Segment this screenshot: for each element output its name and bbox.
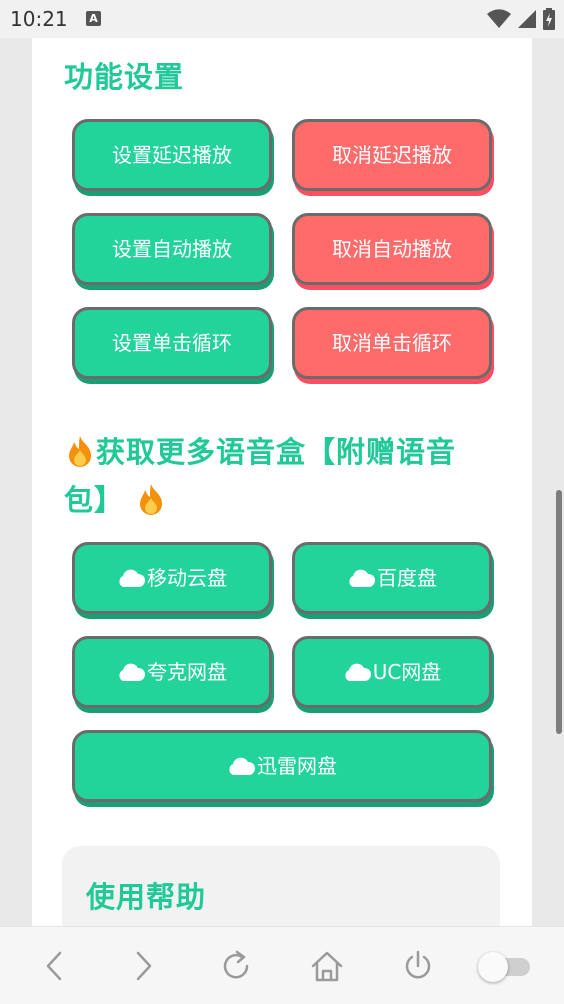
more-voice-title-line1: 获取更多语音盒【附赠语音 — [64, 428, 504, 476]
function-settings-title: 功能设置 — [64, 60, 185, 94]
power-icon[interactable] — [402, 949, 434, 983]
cloud-icon — [119, 663, 145, 681]
back-icon[interactable] — [40, 949, 68, 983]
forward-icon[interactable] — [130, 949, 158, 983]
uc-pan-label: UC网盘 — [372, 660, 442, 684]
cancel-click-loop-label: 取消单击循环 — [332, 331, 452, 355]
more-voice-title-text1: 获取更多语音盒【附赠语音 — [96, 435, 457, 469]
wifi-icon — [486, 9, 511, 28]
set-click-loop-button[interactable]: 设置单击循环 — [72, 307, 272, 379]
status-icons — [486, 8, 556, 30]
home-icon[interactable] — [310, 949, 344, 983]
set-click-loop-label: 设置单击循环 — [112, 331, 232, 355]
more-voice-title: 获取更多语音盒【附赠语音 包】 — [64, 428, 504, 524]
refresh-icon[interactable] — [220, 949, 252, 983]
toggle-knob — [478, 952, 508, 982]
mode-toggle[interactable] — [478, 952, 530, 982]
baidu-pan-button[interactable]: 百度盘 — [292, 542, 492, 614]
baidu-pan-label: 百度盘 — [377, 566, 437, 590]
cancel-auto-play-button[interactable]: 取消自动播放 — [292, 213, 492, 285]
set-delay-play-button[interactable]: 设置延迟播放 — [72, 119, 272, 191]
battery-icon — [543, 8, 555, 30]
bottom-nav-bar — [0, 926, 564, 1004]
signal-icon — [517, 10, 536, 28]
cancel-click-loop-button[interactable]: 取消单击循环 — [292, 307, 492, 379]
quark-pan-button[interactable]: 夸克网盘 — [72, 636, 272, 708]
cloud-icon — [349, 569, 375, 587]
cloud-icon — [345, 663, 371, 681]
more-voice-title-line2: 包】 — [64, 476, 504, 524]
set-delay-play-label: 设置延迟播放 — [112, 143, 232, 167]
xunlei-pan-button[interactable]: 迅雷网盘 — [72, 730, 492, 802]
more-voice-title-text2: 包】 — [64, 483, 125, 517]
mobile-cloud-label: 移动云盘 — [147, 566, 227, 590]
cancel-delay-play-label: 取消延迟播放 — [332, 143, 452, 167]
cancel-delay-play-button[interactable]: 取消延迟播放 — [292, 119, 492, 191]
fire-icon — [140, 484, 163, 515]
status-bar: 10:21 A — [0, 0, 564, 38]
scrollbar-thumb[interactable] — [556, 490, 562, 734]
quark-pan-label: 夸克网盘 — [147, 660, 227, 684]
notification-badge: A — [86, 11, 101, 26]
set-auto-play-label: 设置自动播放 — [112, 237, 232, 261]
cloud-icon — [229, 757, 255, 775]
set-auto-play-button[interactable]: 设置自动播放 — [72, 213, 272, 285]
fire-icon — [69, 436, 91, 467]
mobile-cloud-button[interactable]: 移动云盘 — [72, 542, 272, 614]
status-time: 10:21 — [10, 7, 68, 31]
cloud-icon — [119, 569, 145, 587]
help-card: 使用帮助 — [62, 846, 500, 926]
uc-pan-button[interactable]: UC网盘 — [292, 636, 492, 708]
help-title: 使用帮助 — [86, 880, 207, 914]
cancel-auto-play-label: 取消自动播放 — [332, 237, 452, 261]
xunlei-pan-label: 迅雷网盘 — [257, 754, 337, 778]
